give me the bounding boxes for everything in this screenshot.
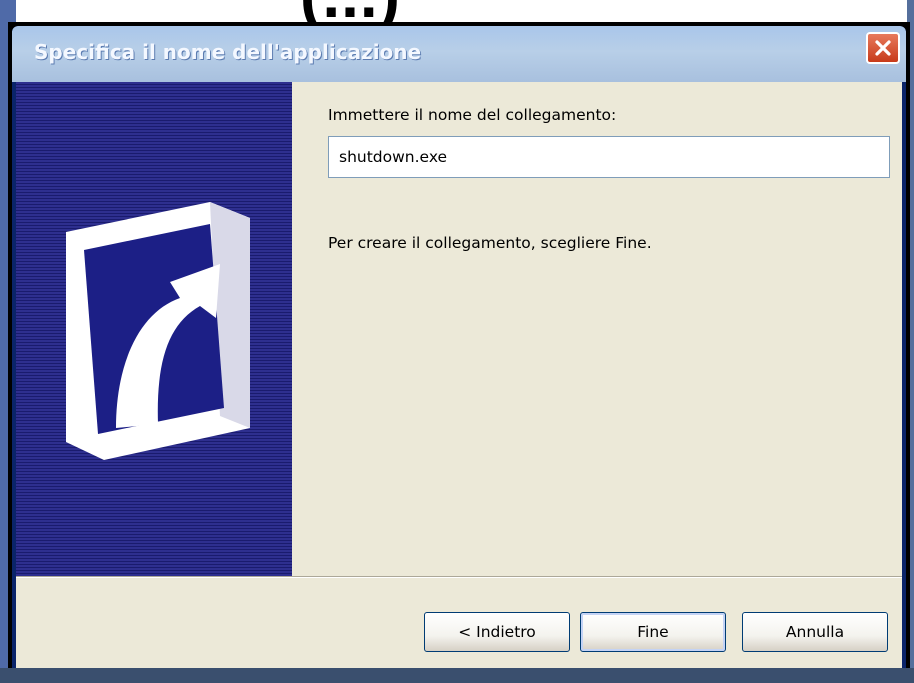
close-x-icon [875, 40, 891, 56]
back-button[interactable]: < Indietro [424, 612, 570, 652]
finish-instructions: Per creare il collegamento, scegliere Fi… [328, 234, 652, 252]
button-separator [16, 576, 902, 578]
close-button[interactable] [866, 32, 900, 64]
title-bar[interactable]: Specifica il nome dell'applicazione [12, 26, 906, 82]
background-taskbar-strip [0, 668, 914, 683]
shortcut-name-label: Immettere il nome del collegamento: [328, 106, 617, 124]
background-window-top: (...) [0, 0, 914, 22]
shortcut-arrow-icon [66, 202, 250, 460]
dialog-body: Immettere il nome del collegamento: Per … [16, 82, 902, 668]
wizard-side-panel [16, 82, 292, 576]
create-shortcut-dialog: Specifica il nome dell'applicazione Imme… [12, 26, 906, 668]
shortcut-name-input[interactable] [328, 136, 890, 178]
cancel-button[interactable]: Annulla [742, 612, 888, 652]
background-title-fragment: (...) [300, 0, 401, 22]
finish-button[interactable]: Fine [580, 612, 726, 652]
window-title: Specifica il nome dell'applicazione [34, 40, 422, 64]
